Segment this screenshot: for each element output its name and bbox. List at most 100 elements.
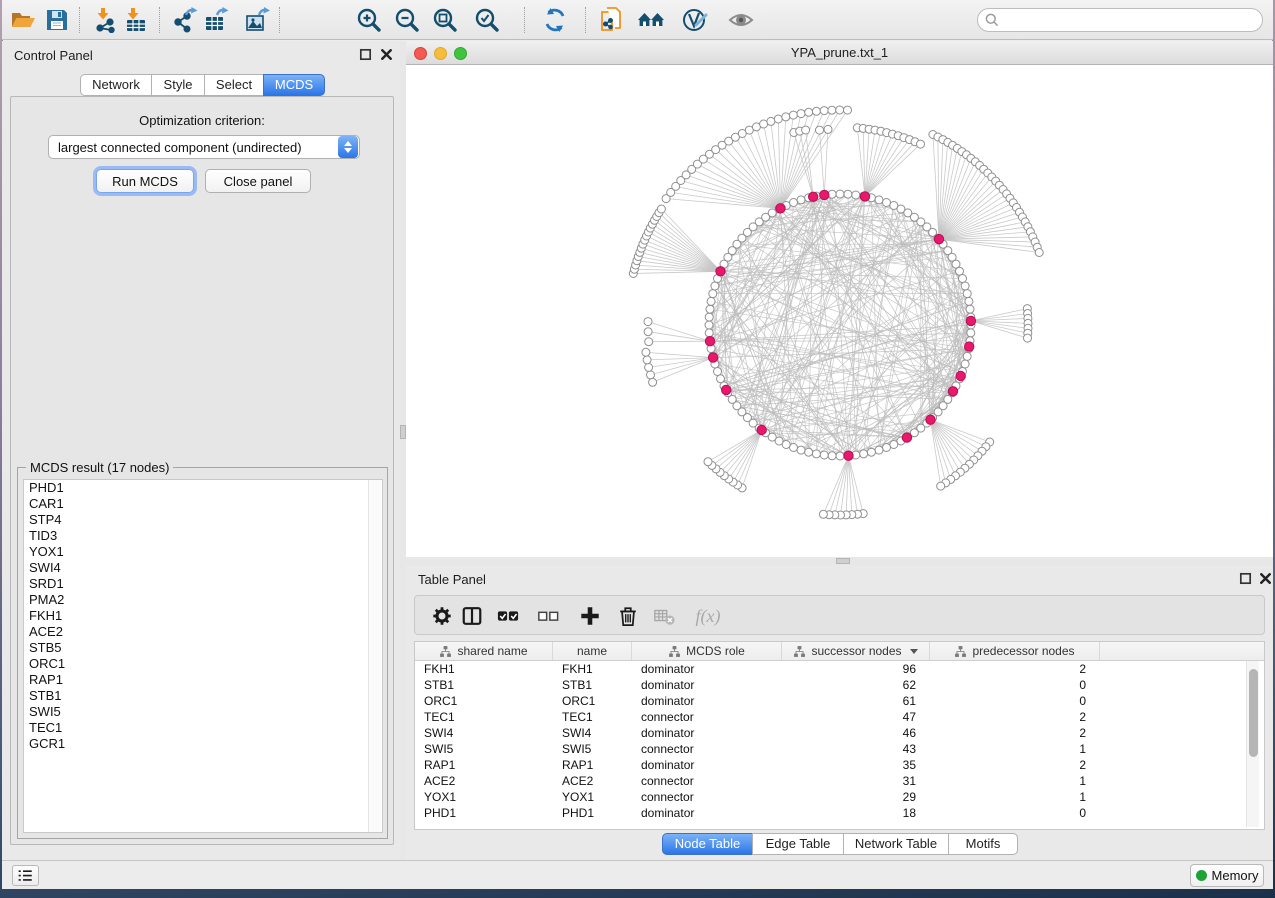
cell-successor-nodes[interactable]: 29 (782, 789, 930, 805)
optimization-criterion-select[interactable]: largest connected component (undirected) (48, 135, 360, 159)
cell-predecessor-nodes[interactable]: 1 (930, 773, 1100, 789)
mcds-result-item[interactable]: ACE2 (24, 624, 382, 640)
tab-mcds[interactable]: MCDS (263, 74, 325, 96)
mcds-result-item[interactable]: ORC1 (24, 656, 382, 672)
cell-mcds-role[interactable]: dominator (632, 661, 782, 677)
zoom-out-button[interactable] (392, 5, 422, 35)
cell-shared-name[interactable]: ORC1 (415, 693, 553, 709)
mcds-result-item[interactable]: SWI4 (24, 560, 382, 576)
float-panel-icon[interactable] (1238, 571, 1253, 586)
cell-name[interactable]: PHD1 (553, 805, 632, 821)
column-header-mcds-role[interactable]: MCDS role (632, 642, 782, 660)
cell-successor-nodes[interactable]: 43 (782, 741, 930, 757)
split-table-button[interactable] (461, 605, 483, 627)
mcds-result-item[interactable]: RAP1 (24, 672, 382, 688)
table-row[interactable]: TEC1 TEC1 connector 47 2 (415, 709, 1264, 725)
task-history-button[interactable] (12, 865, 39, 886)
cell-name[interactable]: SWI4 (553, 725, 632, 741)
cell-successor-nodes[interactable]: 35 (782, 757, 930, 773)
tab-network[interactable]: Network (80, 74, 152, 96)
cell-mcds-role[interactable]: dominator (632, 693, 782, 709)
close-panel-button[interactable]: Close panel (205, 169, 311, 193)
tab-style[interactable]: Style (151, 74, 205, 96)
cell-mcds-role[interactable]: dominator (632, 725, 782, 741)
cell-name[interactable]: FKH1 (553, 661, 632, 677)
cell-successor-nodes[interactable]: 18 (782, 805, 930, 821)
cell-predecessor-nodes[interactable]: 1 (930, 741, 1100, 757)
network-window-titlebar[interactable]: YPA_prune.txt_1 (406, 41, 1273, 65)
table-row[interactable]: SWI5 SWI5 connector 43 1 (415, 741, 1264, 757)
cell-shared-name[interactable]: ACE2 (415, 773, 553, 789)
memory-button[interactable]: Memory (1190, 864, 1264, 887)
graphics-details-button[interactable] (726, 5, 756, 35)
share-session-button[interactable] (596, 5, 626, 35)
cell-name[interactable]: ACE2 (553, 773, 632, 789)
run-mcds-button[interactable]: Run MCDS (96, 169, 194, 193)
mcds-result-item[interactable]: PMA2 (24, 592, 382, 608)
table-row[interactable]: RAP1 RAP1 dominator 35 2 (415, 757, 1264, 773)
style-toggle-button[interactable] (680, 5, 710, 35)
table-settings-button[interactable] (431, 605, 453, 627)
cell-predecessor-nodes[interactable]: 0 (930, 693, 1100, 709)
zoom-in-button[interactable] (354, 5, 384, 35)
cell-shared-name[interactable]: SWI4 (415, 725, 553, 741)
export-network-button[interactable] (170, 5, 200, 35)
close-panel-icon[interactable] (379, 47, 394, 62)
splitter-grip[interactable] (836, 558, 850, 564)
cell-name[interactable]: YOX1 (553, 789, 632, 805)
mcds-result-list[interactable]: PHD1CAR1STP4TID3YOX1SWI4SRD1PMA2FKH1ACE2… (23, 479, 383, 833)
cell-name[interactable]: TEC1 (553, 709, 632, 725)
cell-shared-name[interactable]: RAP1 (415, 757, 553, 773)
network-canvas[interactable] (406, 65, 1273, 557)
cell-name[interactable]: ORC1 (553, 693, 632, 709)
mcds-result-item[interactable]: PHD1 (24, 480, 382, 496)
cell-shared-name[interactable]: TEC1 (415, 709, 553, 725)
refresh-button[interactable] (540, 5, 570, 35)
column-header-successor-nodes[interactable]: successor nodes (782, 642, 930, 660)
cell-mcds-role[interactable]: connector (632, 709, 782, 725)
unselect-all-columns-button[interactable] (537, 605, 559, 627)
home-networks-button[interactable] (636, 5, 666, 35)
cell-mcds-role[interactable]: dominator (632, 757, 782, 773)
tab-motifs[interactable]: Motifs (948, 833, 1018, 855)
mcds-result-item[interactable]: TID3 (24, 528, 382, 544)
horizontal-splitter[interactable] (406, 557, 1273, 565)
mcds-result-item[interactable]: SRD1 (24, 576, 382, 592)
column-header-name[interactable]: name (553, 642, 632, 660)
cell-predecessor-nodes[interactable]: 0 (930, 805, 1100, 821)
import-network-button[interactable] (90, 5, 120, 35)
scrollbar-thumb[interactable] (1249, 669, 1258, 757)
cell-mcds-role[interactable]: dominator (632, 805, 782, 821)
table-row[interactable]: SWI4 SWI4 dominator 46 2 (415, 725, 1264, 741)
save-session-button[interactable] (42, 5, 72, 35)
cell-predecessor-nodes[interactable]: 2 (930, 757, 1100, 773)
table-row[interactable]: YOX1 YOX1 connector 29 1 (415, 789, 1264, 805)
mcds-result-item[interactable]: FKH1 (24, 608, 382, 624)
import-table-button[interactable] (120, 5, 150, 35)
column-header-shared-name[interactable]: shared name (415, 642, 553, 660)
cell-name[interactable]: STB1 (553, 677, 632, 693)
tab-select[interactable]: Select (204, 74, 264, 96)
cell-mcds-role[interactable]: dominator (632, 677, 782, 693)
cell-name[interactable]: SWI5 (553, 741, 632, 757)
cell-predecessor-nodes[interactable]: 2 (930, 661, 1100, 677)
list-scrollbar[interactable] (368, 480, 381, 832)
mcds-result-item[interactable]: STB5 (24, 640, 382, 656)
cell-successor-nodes[interactable]: 47 (782, 709, 930, 725)
column-header-predecessor-nodes[interactable]: predecessor nodes (930, 642, 1100, 660)
function-builder-button[interactable]: f(x) (691, 605, 725, 627)
network-graph[interactable] (406, 65, 1273, 557)
cell-shared-name[interactable]: STB1 (415, 677, 553, 693)
cell-shared-name[interactable]: FKH1 (415, 661, 553, 677)
select-all-columns-button[interactable] (497, 605, 519, 627)
cell-mcds-role[interactable]: connector (632, 741, 782, 757)
table-row[interactable]: STB1 STB1 dominator 62 0 (415, 677, 1264, 693)
cell-successor-nodes[interactable]: 62 (782, 677, 930, 693)
cell-mcds-role[interactable]: connector (632, 789, 782, 805)
export-table-button[interactable] (201, 5, 231, 35)
export-image-button[interactable] (242, 5, 272, 35)
zoom-fit-button[interactable] (430, 5, 460, 35)
mcds-result-item[interactable]: STB1 (24, 688, 382, 704)
table-row[interactable]: ORC1 ORC1 dominator 61 0 (415, 693, 1264, 709)
cell-shared-name[interactable]: PHD1 (415, 805, 553, 821)
